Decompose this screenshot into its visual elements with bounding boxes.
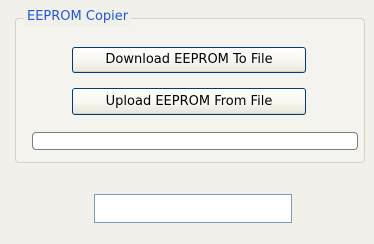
download-eeprom-button[interactable]: Download EEPROM To File <box>72 47 306 73</box>
status-field[interactable] <box>94 194 292 223</box>
upload-eeprom-button[interactable]: Upload EEPROM From File <box>72 88 306 115</box>
progress-bar <box>32 132 358 150</box>
eeprom-copier-title: EEPROM Copier <box>24 8 132 26</box>
